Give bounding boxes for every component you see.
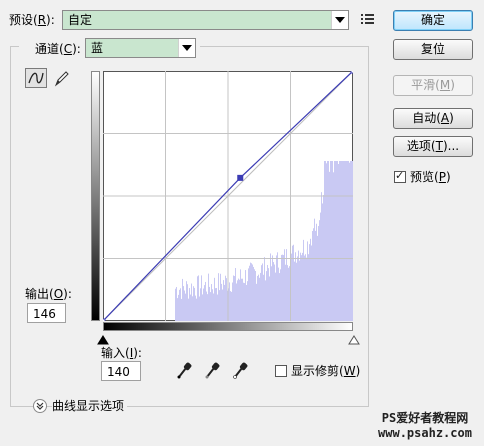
watermark: PS爱好者教程网 www.psahz.com bbox=[369, 411, 481, 441]
channel-label: 通道(C): bbox=[33, 42, 83, 56]
preview-label: 预览(P) bbox=[410, 170, 451, 184]
ok-button[interactable]: 确定 bbox=[393, 10, 473, 31]
expand-chevron-icon[interactable] bbox=[33, 399, 47, 413]
curve-control-point[interactable] bbox=[237, 174, 244, 181]
smooth-button[interactable]: 平滑(M) bbox=[393, 75, 473, 96]
options-divider bbox=[134, 406, 352, 407]
input-field[interactable]: 140 bbox=[101, 361, 141, 381]
auto-button[interactable]: 自动(A) bbox=[393, 108, 473, 129]
show-clipping-checkbox[interactable] bbox=[275, 365, 287, 377]
black-eyedropper-icon[interactable] bbox=[176, 362, 192, 380]
channel-value: 蓝 bbox=[91, 41, 104, 55]
watermark-url: www.psahz.com bbox=[378, 426, 472, 440]
white-eyedropper-icon[interactable] bbox=[232, 362, 248, 380]
preset-menu-icon[interactable] bbox=[360, 12, 376, 26]
output-field[interactable]: 146 bbox=[27, 303, 66, 323]
output-label: 输出(O): bbox=[25, 287, 72, 301]
curve-tool-icon bbox=[28, 72, 44, 84]
preset-select[interactable]: 自定 bbox=[62, 10, 349, 30]
preset-value: 自定 bbox=[68, 13, 93, 27]
output-gradient-bar bbox=[91, 71, 100, 321]
chevron-down-icon bbox=[331, 11, 348, 29]
white-point-slider[interactable] bbox=[348, 334, 360, 348]
chevron-down-icon bbox=[178, 39, 195, 57]
pencil-icon bbox=[54, 71, 69, 87]
show-clipping-label: 显示修剪(W) bbox=[291, 364, 361, 378]
curve-control-point[interactable] bbox=[350, 68, 356, 74]
pencil-tool[interactable] bbox=[52, 68, 72, 88]
gray-eyedropper-icon[interactable] bbox=[204, 362, 220, 380]
options-button[interactable]: 选项(T)... bbox=[393, 136, 473, 157]
curve-graph[interactable] bbox=[100, 68, 356, 324]
curve-control-point[interactable] bbox=[100, 318, 106, 324]
input-gradient-bar bbox=[103, 322, 353, 331]
reset-button[interactable]: 复位 bbox=[393, 39, 473, 60]
curve-point-tool[interactable] bbox=[25, 68, 47, 88]
curve-graph-svg bbox=[100, 68, 356, 324]
input-label: 输入(I): bbox=[101, 346, 142, 360]
preview-checkbox[interactable] bbox=[394, 169, 406, 183]
curve-display-options-label: 曲线显示选项 bbox=[52, 399, 128, 413]
channel-select[interactable]: 蓝 bbox=[85, 38, 196, 58]
preset-label: 预设(R): bbox=[9, 13, 55, 27]
watermark-text: PS爱好者教程网 bbox=[381, 411, 469, 425]
